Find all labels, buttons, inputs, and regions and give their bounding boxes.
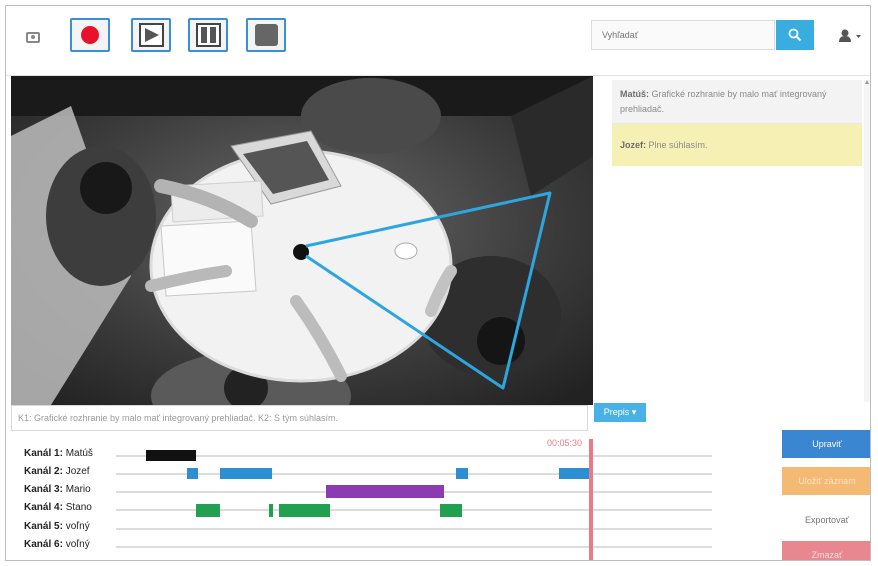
speech-segment[interactable] (279, 504, 330, 517)
search-input[interactable] (591, 20, 775, 50)
channel-label: Kanál 4: Stano (24, 502, 92, 513)
play-button[interactable] (131, 18, 171, 52)
transcript-dropdown-button[interactable]: Prepis ▾ (594, 403, 646, 422)
channel-track[interactable] (116, 528, 712, 530)
speech-segment[interactable] (196, 504, 220, 517)
toolbar (6, 6, 870, 76)
stop-icon (255, 24, 278, 46)
play-icon (139, 23, 164, 47)
speech-segment[interactable] (220, 468, 272, 479)
chat-text: Grafické rozhranie by malo mať integrova… (620, 89, 827, 114)
chat-scrollbar[interactable] (864, 80, 870, 402)
search-icon (788, 28, 802, 42)
timeline[interactable]: 00:05:30 Kanál 1: Matúš Kanál 2: Jozef K… (6, 434, 776, 560)
speech-segment[interactable] (456, 468, 468, 479)
stop-button[interactable] (246, 18, 286, 52)
video-player[interactable] (11, 76, 593, 405)
app-window: Matúš: Grafické rozhranie by malo mať in… (5, 5, 871, 561)
record-button[interactable] (70, 18, 110, 52)
user-menu[interactable] (836, 28, 866, 44)
channel-label: Kanál 5: voľný (24, 521, 90, 532)
channel-track[interactable] (116, 546, 712, 548)
search-button[interactable] (776, 20, 814, 50)
chat-author: Matúš: (620, 89, 649, 99)
record-icon (81, 26, 99, 44)
chat-message-highlighted: Jozef: Plne súhlasím. (612, 124, 862, 166)
speech-segment[interactable] (440, 504, 462, 517)
video-frame (11, 76, 593, 405)
speech-segment[interactable] (269, 504, 273, 517)
transcript-field[interactable]: K1: Grafické rozhranie by malo mať integ… (11, 405, 588, 431)
speech-segment[interactable] (326, 485, 444, 498)
channel-label: Kanál 6: voľný (24, 539, 90, 550)
chat-author: Jozef: (620, 140, 647, 150)
channel-track[interactable] (116, 455, 712, 457)
chat-message: Matúš: Grafické rozhranie by malo mať in… (612, 80, 862, 124)
channel-label: Kanál 2: Jozef (24, 466, 90, 477)
chat-text: Plne súhlasím. (648, 140, 708, 150)
delete-button[interactable]: Zmazať (782, 541, 870, 560)
camera-icon[interactable] (26, 32, 40, 43)
edit-button[interactable]: Upraviť (782, 430, 870, 458)
user-icon (839, 29, 861, 42)
speech-segment[interactable] (146, 450, 196, 461)
channel-label: Kanál 1: Matúš (24, 448, 93, 459)
pause-button[interactable] (188, 18, 228, 52)
channel-label: Kanál 3: Mario (24, 484, 91, 495)
speech-segment[interactable] (187, 468, 198, 479)
speech-segment[interactable] (559, 468, 589, 479)
chat-panel: Matúš: Grafické rozhranie by malo mať in… (610, 76, 870, 405)
playhead-time: 00:05:30 (547, 438, 583, 448)
channel-track[interactable] (116, 473, 712, 475)
playhead[interactable] (589, 439, 593, 560)
export-button[interactable]: Exportovať (782, 506, 870, 534)
save-record-button[interactable]: Uložiť záznam (782, 467, 870, 495)
pause-icon (196, 23, 221, 47)
